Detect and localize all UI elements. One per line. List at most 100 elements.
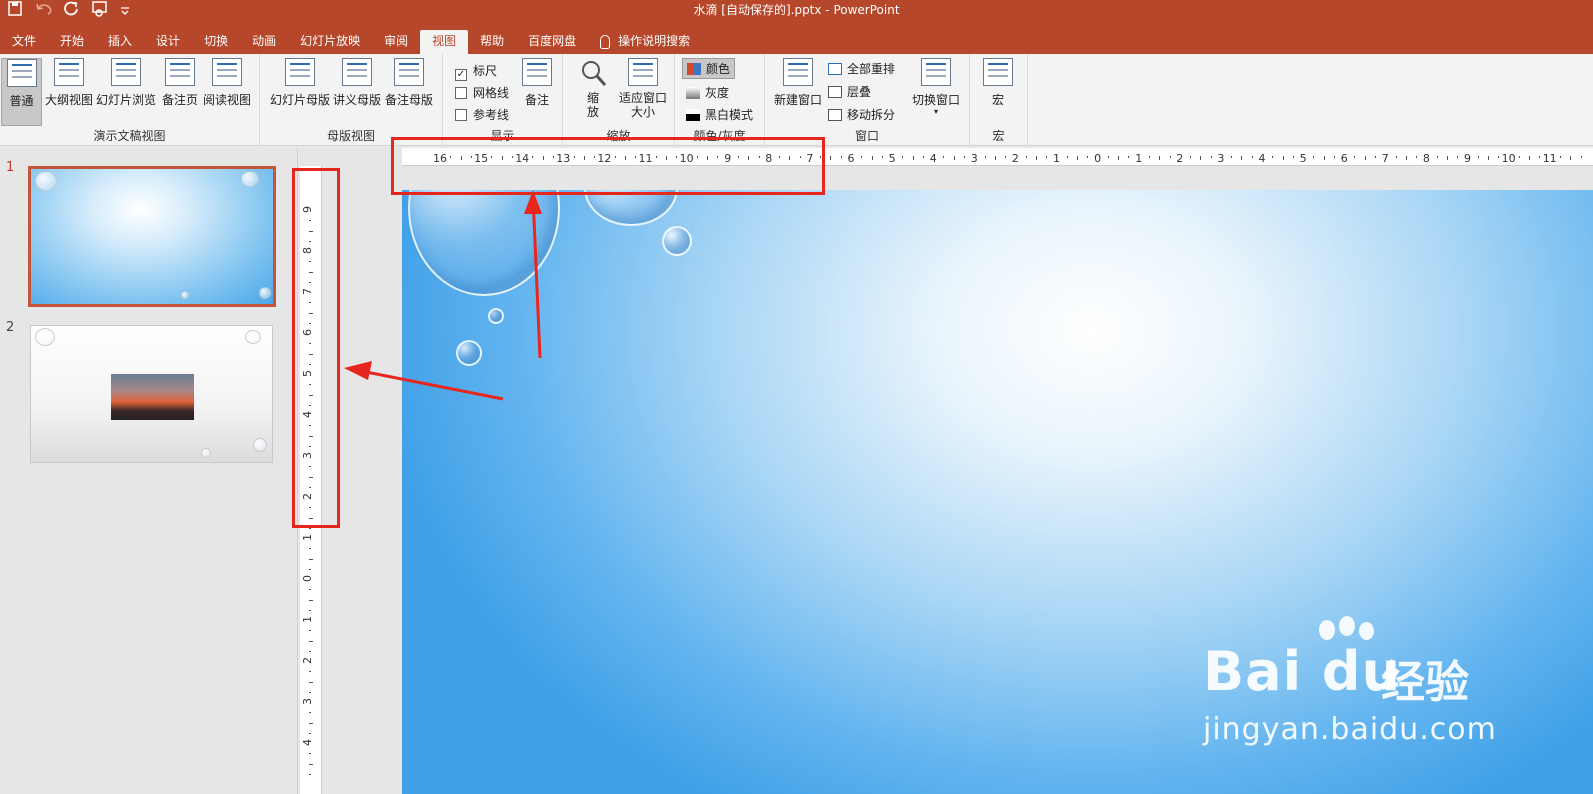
ruler-tick-mark — [1066, 156, 1068, 158]
checkmark-icon: ✓ — [455, 69, 467, 81]
ruler-tick-mark — [1190, 156, 1192, 158]
handout-master-icon — [342, 58, 372, 86]
slide-sorter-icon — [111, 58, 141, 86]
ruler-tick-mark — [309, 773, 311, 775]
notes-master-button[interactable]: 备注母版 — [384, 58, 434, 108]
ruler-tick-mark — [1005, 156, 1007, 158]
macros-icon — [983, 58, 1013, 86]
ruler-tick-mark — [1354, 156, 1356, 158]
ruler-tick-label: 4 — [1258, 152, 1266, 165]
color-button[interactable]: 颜色 — [682, 58, 736, 79]
ruler-tick-mark — [1436, 156, 1438, 158]
switch-window-icon — [921, 58, 951, 86]
tab-home[interactable]: 开始 — [48, 30, 96, 54]
water-drop — [488, 308, 504, 324]
normal-view-icon — [6, 59, 37, 87]
notes-page-button[interactable]: 备注页 — [160, 58, 200, 108]
ruler-tick-mark — [1405, 156, 1407, 160]
ruler-tick-mark — [1529, 156, 1531, 160]
ruler-tick-mark — [994, 156, 996, 160]
tell-me-search[interactable]: 操作说明搜索 — [588, 30, 702, 54]
notes-master-icon — [394, 58, 424, 86]
ruler-tick-mark — [1292, 156, 1294, 158]
macros-button[interactable]: 宏 — [980, 58, 1016, 108]
arrange-all-icon — [828, 63, 842, 75]
water-drop — [201, 448, 211, 458]
ruler-tick-mark — [309, 681, 313, 683]
ruler-tick-mark — [1282, 156, 1284, 160]
switch-window-button[interactable]: 切换窗口 ▾ — [909, 58, 963, 116]
cascade-button[interactable]: 层叠 — [828, 83, 871, 100]
tab-view[interactable]: 视图 — [420, 30, 469, 54]
water-drop — [245, 330, 261, 344]
sunset-image — [111, 374, 194, 420]
tab-slideshow[interactable]: 幻灯片放映 — [288, 30, 372, 54]
magnifier-icon — [582, 61, 607, 86]
gridlines-checkbox[interactable]: 网格线 — [455, 84, 509, 101]
handout-master-button[interactable]: 讲义母版 — [332, 58, 382, 108]
fit-to-window-button[interactable]: 适应窗口大小 — [617, 58, 669, 119]
tab-transitions[interactable]: 切换 — [192, 30, 240, 54]
ruler-tick-mark — [1477, 156, 1479, 158]
ruler-tick-mark — [309, 548, 311, 550]
tab-file[interactable]: 文件 — [0, 30, 48, 54]
ruler-tick-mark — [1159, 156, 1161, 160]
ruler-tick-mark — [1559, 156, 1561, 158]
slide-master-button[interactable]: 幻灯片母版 — [269, 58, 331, 108]
ruler-tick-mark — [309, 568, 311, 570]
move-split-button[interactable]: 移动拆分 — [828, 106, 895, 123]
group-master-views: 幻灯片母版 讲义母版 备注母版 母版视图 — [260, 54, 443, 146]
ruler-tick-mark — [922, 156, 924, 158]
ruler-tick-mark — [1251, 156, 1253, 158]
ruler-checkbox[interactable]: ✓ 标尺 — [455, 62, 497, 81]
slide-sorter-button[interactable]: 幻灯片浏览 — [96, 58, 156, 108]
new-window-button[interactable]: 新建窗口 — [773, 58, 823, 108]
highlight-vertical-ruler — [292, 168, 340, 528]
ruler-tick-mark — [1395, 156, 1397, 158]
ruler-tick-mark — [953, 156, 955, 160]
arrange-all-button[interactable]: 全部重排 — [828, 60, 895, 77]
ruler-tick-mark — [964, 156, 966, 158]
ruler-tick-mark — [1035, 156, 1037, 160]
tab-animations[interactable]: 动画 — [240, 30, 288, 54]
ruler-tick-label: 2 — [1011, 152, 1019, 165]
tab-review[interactable]: 审阅 — [372, 30, 420, 54]
tab-design[interactable]: 设计 — [144, 30, 192, 54]
ruler-tick-label: 1 — [1135, 152, 1143, 165]
ruler-tick-mark — [1539, 156, 1541, 158]
outline-view-button[interactable]: 大纲视图 — [44, 58, 94, 108]
reading-view-button[interactable]: 阅读视图 — [202, 58, 252, 108]
grayscale-button[interactable]: 灰度 — [686, 84, 729, 101]
group-show: ✓ 标尺 网格线 参考线 备注 显示 — [443, 54, 563, 146]
ruler-tick-mark — [1128, 156, 1130, 158]
ruler-tick-mark — [1118, 156, 1120, 160]
water-drop — [253, 438, 267, 452]
group-color-grayscale: 颜色 灰度 黑白模式 颜色/灰度 — [675, 54, 765, 146]
ruler-tick-mark — [1025, 156, 1027, 158]
tab-insert[interactable]: 插入 — [96, 30, 144, 54]
zoom-button[interactable]: 缩放 — [573, 58, 613, 119]
tab-help[interactable]: 帮助 — [468, 30, 516, 54]
ruler-tick-mark — [912, 156, 914, 160]
ruler-tick-mark — [309, 753, 311, 755]
ruler-tick-label: 3 — [1217, 152, 1225, 165]
ruler-tick-mark — [1169, 156, 1171, 158]
ruler-tick-label: 6 — [847, 152, 855, 165]
slide-thumbnail-1[interactable] — [28, 166, 276, 307]
ruler-tick-mark — [902, 156, 904, 158]
ruler-tick-label: 0 — [301, 575, 314, 582]
ruler-tick-mark — [309, 763, 313, 765]
water-drop — [584, 190, 678, 226]
guides-checkbox[interactable]: 参考线 — [455, 106, 509, 123]
ruler-tick-mark — [1570, 156, 1572, 160]
ruler-tick-mark — [1323, 156, 1325, 160]
normal-view-button[interactable]: 普通 — [1, 58, 42, 126]
notes-button[interactable]: 备注 — [519, 58, 555, 108]
ruler-tick-label: 7 — [1381, 152, 1389, 165]
tab-baidu-netdisk[interactable]: 百度网盘 — [516, 30, 588, 54]
ruler-tick-mark — [1333, 156, 1335, 158]
black-white-button[interactable]: 黑白模式 — [686, 106, 753, 123]
black-white-icon — [686, 109, 700, 121]
ruler-tick-mark — [840, 156, 842, 158]
slide-thumbnail-2[interactable] — [30, 325, 273, 463]
